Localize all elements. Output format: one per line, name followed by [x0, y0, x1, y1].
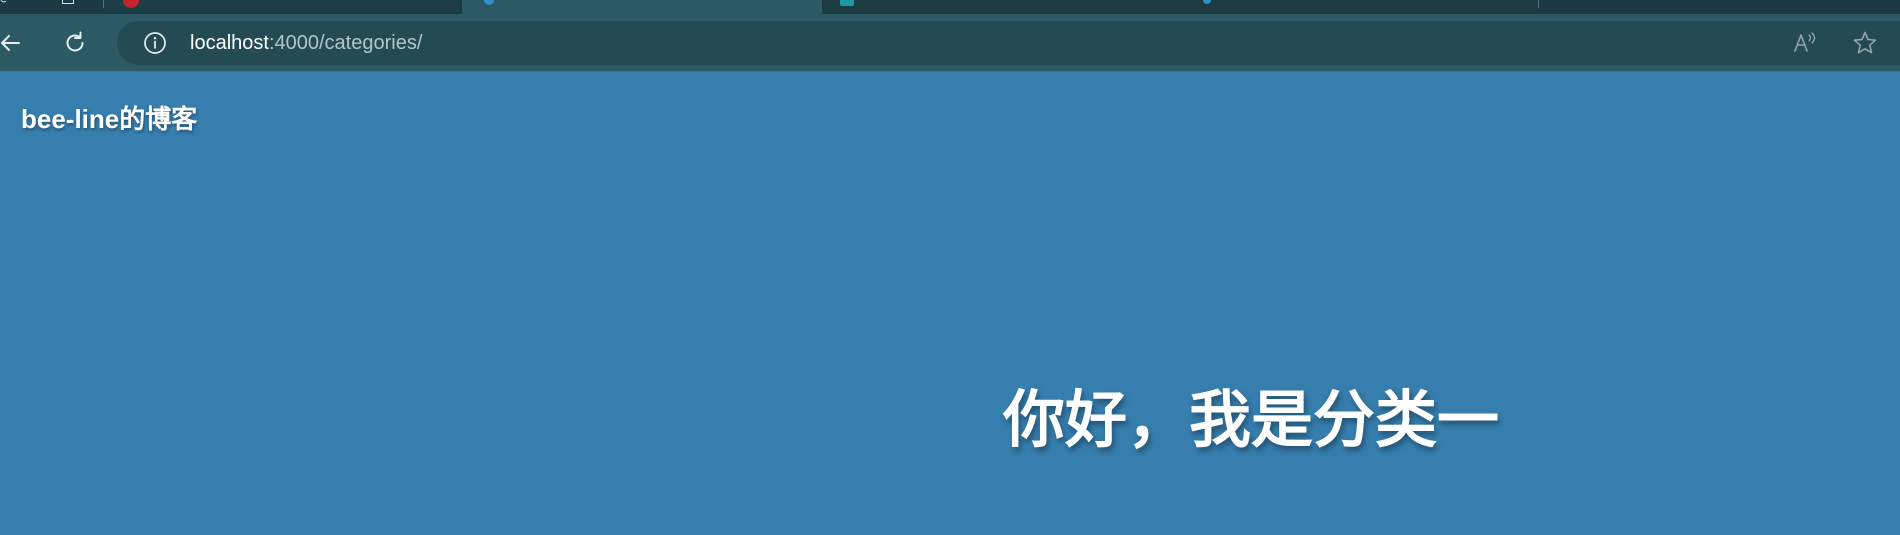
read-aloud-button[interactable] [1792, 31, 1818, 55]
url-path: :4000/categories/ [268, 32, 423, 54]
page-heading: 你好，我是分类一 [1003, 383, 1500, 456]
browser-toolbar: localhost:4000/categories/ [0, 14, 1900, 72]
tab-strip: ⟳ [0, 0, 1900, 14]
favorite-button[interactable] [1852, 31, 1878, 55]
tab[interactable] [823, 0, 1539, 14]
site-info-button[interactable] [143, 31, 167, 55]
tab-active[interactable] [462, 0, 822, 14]
tab-actions-icon[interactable]: ⟳ [0, 0, 12, 6]
read-aloud-icon [1794, 32, 1816, 52]
tab[interactable] [1540, 0, 1900, 14]
workspaces-icon[interactable] [62, 0, 74, 4]
site-title-link[interactable]: bee-line的博客 [21, 104, 197, 134]
url-text[interactable]: localhost:4000/categories/ [190, 32, 422, 54]
address-bar[interactable]: localhost:4000/categories/ [117, 21, 1900, 65]
star-icon [1853, 31, 1877, 54]
refresh-button[interactable] [61, 29, 89, 57]
tab-divider [103, 0, 104, 8]
arrow-left-icon [1, 35, 20, 51]
page-content: bee-line的博客 你好，我是分类一 [0, 72, 1900, 535]
tab-favicon-icon [840, 0, 854, 6]
tab[interactable] [105, 0, 461, 14]
info-circle-icon [144, 32, 166, 54]
refresh-icon [66, 31, 84, 52]
url-host: localhost [190, 32, 269, 54]
tab-divider [1538, 0, 1539, 8]
back-button[interactable] [0, 29, 24, 57]
